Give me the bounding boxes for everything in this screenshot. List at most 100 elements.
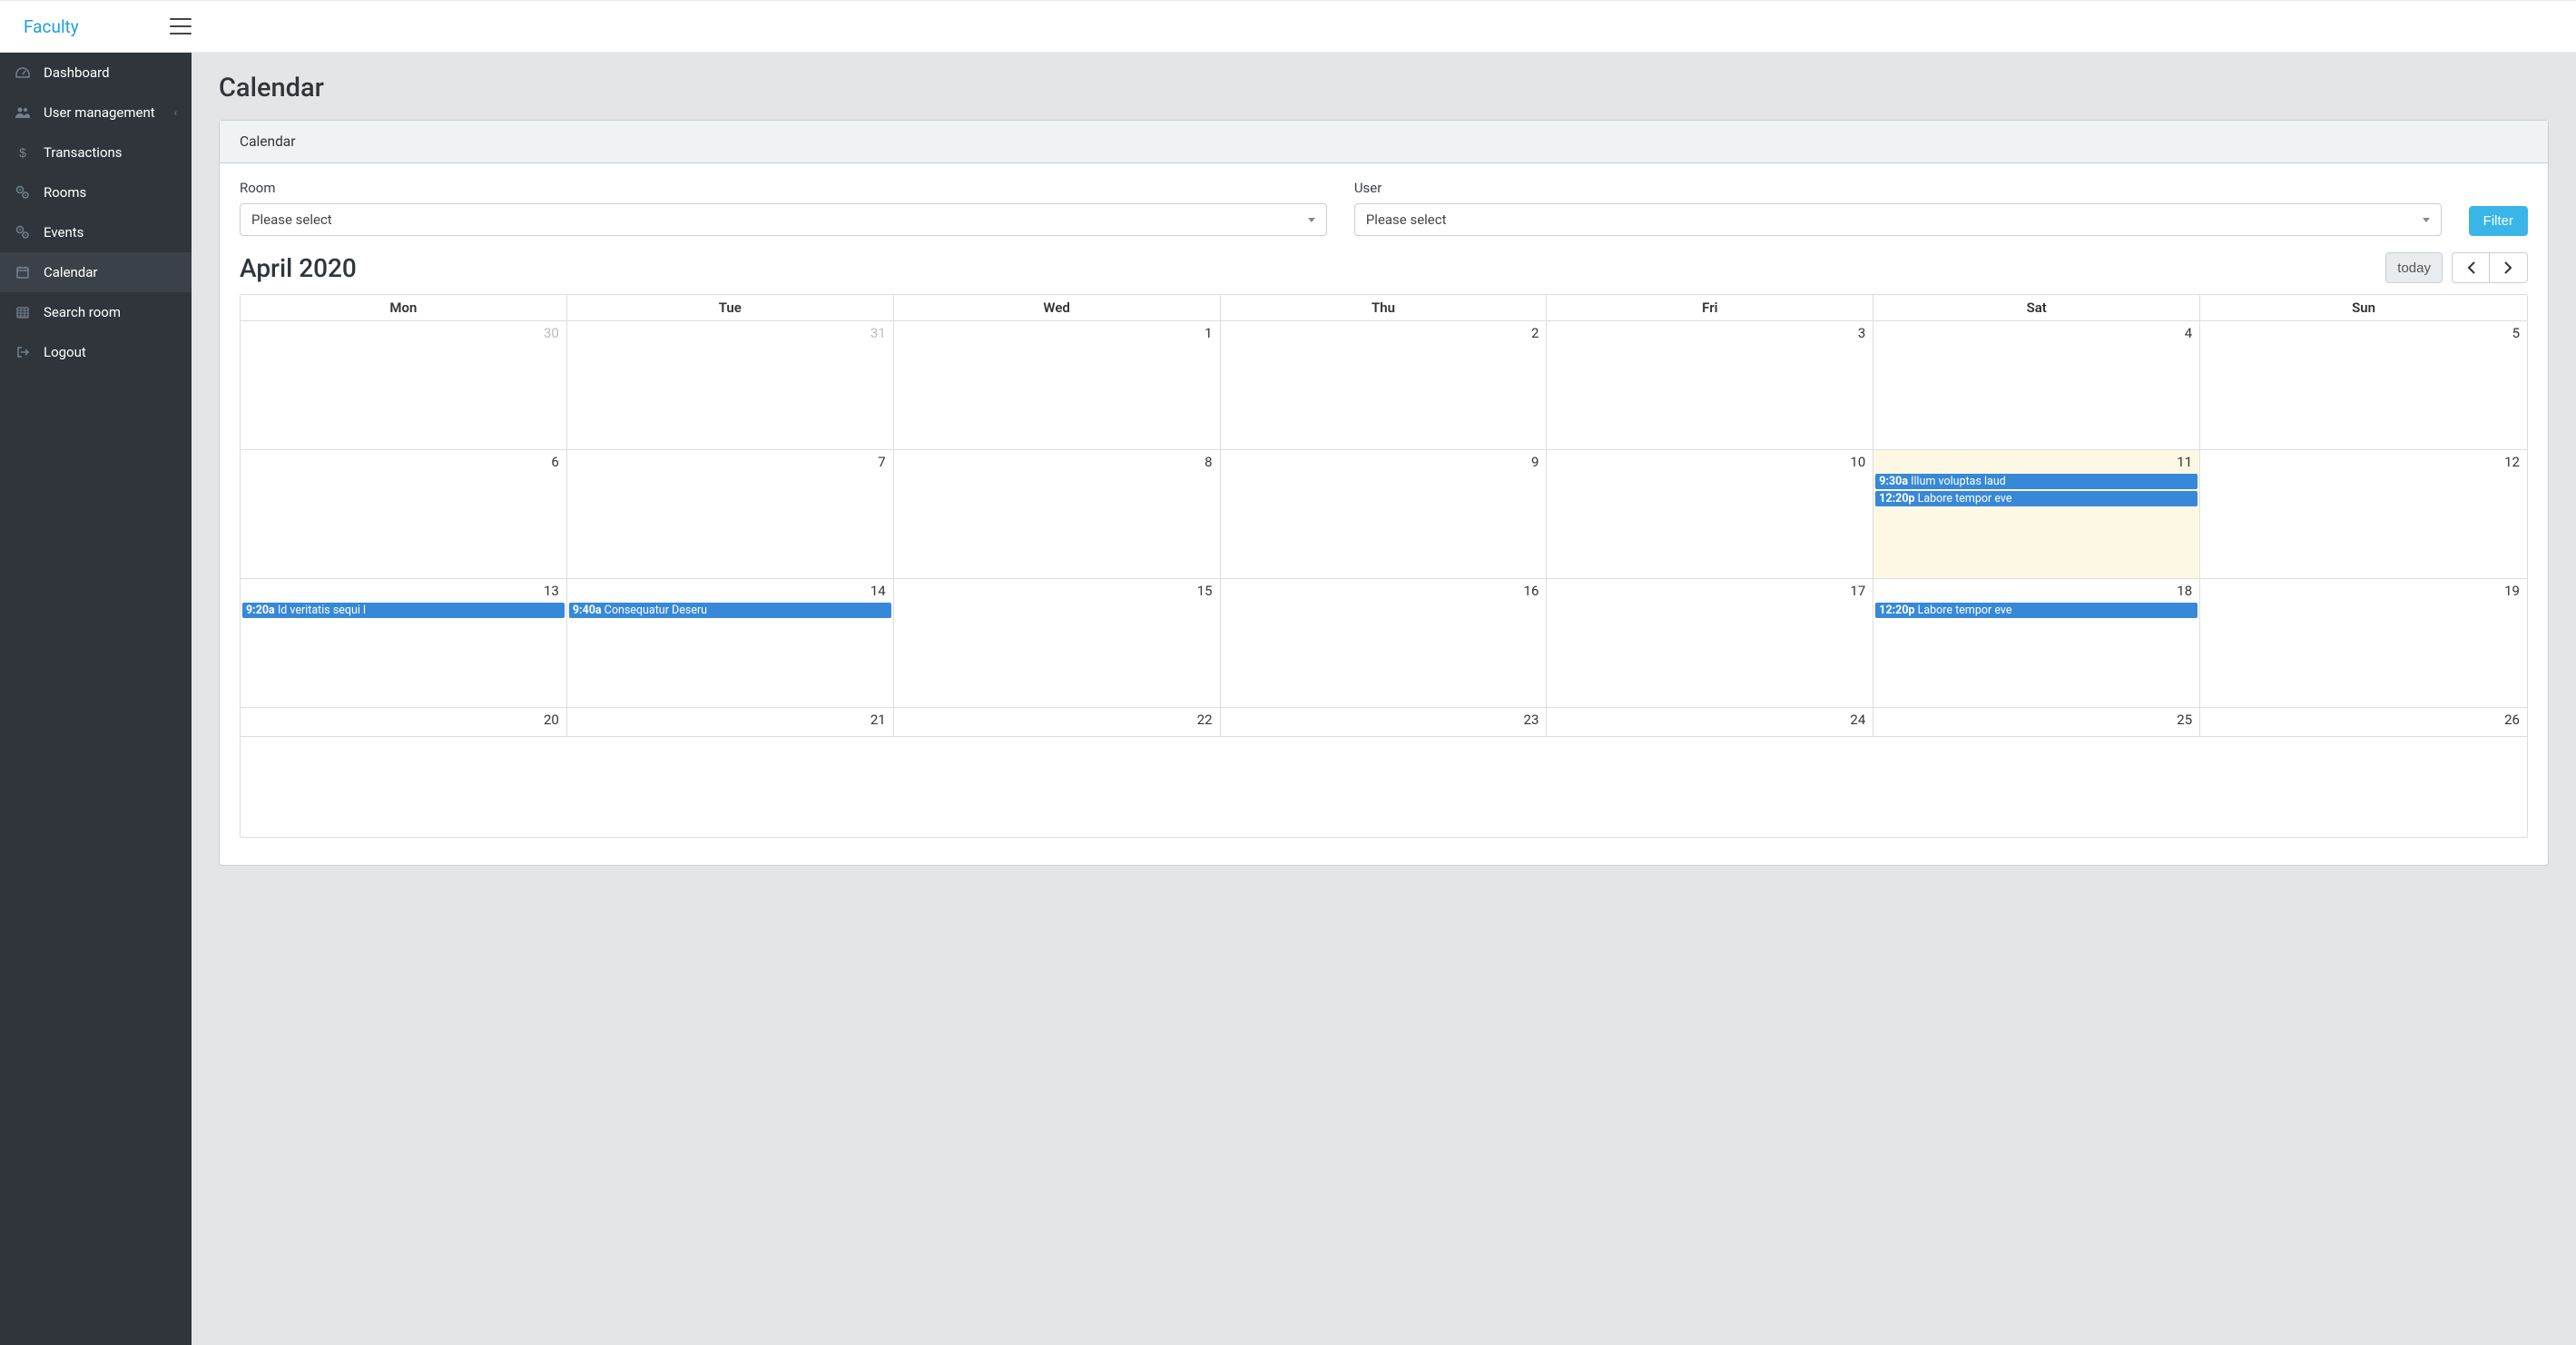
event-time: 9:20a	[246, 604, 275, 617]
calendar-cell[interactable]: 3	[1547, 321, 1873, 450]
sidebar-item-label: Dashboard	[44, 64, 110, 81]
day-number: 5	[2512, 325, 2520, 341]
user-select-value: Please select	[1366, 211, 1447, 228]
calendar-grid: MonTueWedThuFriSatSun 303112345678910119…	[240, 294, 2528, 838]
day-number: 15	[1197, 583, 1213, 599]
prev-button[interactable]	[2452, 252, 2490, 283]
calendar-cell[interactable]: 21	[567, 708, 894, 737]
calendar-cell[interactable]: 139:20a Id veritatis sequi l	[241, 579, 567, 708]
calendar-cell[interactable]: 8	[894, 450, 1221, 579]
calendar-cell[interactable]: 15	[894, 579, 1221, 708]
event-time: 9:30a	[1879, 475, 1908, 488]
calendar-event[interactable]: 9:20a Id veritatis sequi l	[242, 603, 565, 618]
day-number: 18	[2177, 583, 2192, 599]
calendar-cell[interactable]: 19	[2200, 579, 2527, 708]
sidebar-item-label: Calendar	[44, 264, 98, 280]
day-header: Sat	[1873, 295, 2200, 321]
sidebar-item-label: Search room	[44, 304, 121, 320]
calendar-cell[interactable]: 7	[567, 450, 894, 579]
hamburger-icon[interactable]	[170, 18, 192, 34]
day-number: 3	[1858, 325, 1865, 341]
today-button[interactable]: today	[2385, 252, 2443, 283]
sidebar-item-user-management[interactable]: User management‹	[0, 93, 192, 133]
calendar-grid-icon	[15, 306, 31, 319]
dollar-icon: $	[15, 145, 31, 160]
logout-icon	[15, 346, 31, 358]
user-label: User	[1354, 180, 2442, 196]
calendar-cell[interactable]: 25	[1873, 708, 2200, 737]
day-number: 10	[1850, 454, 1865, 470]
sidebar-item-dashboard[interactable]: Dashboard	[0, 53, 192, 93]
event-title: Id veritatis sequi l	[275, 604, 366, 617]
day-number: 16	[1524, 583, 1539, 599]
day-number: 22	[1197, 712, 1213, 728]
day-number: 21	[870, 712, 886, 728]
calendar-cell[interactable]: 6	[241, 450, 567, 579]
calendar-cell[interactable]: 18 12:20p Labore tempor eve	[1873, 579, 2200, 708]
calendar-icon	[15, 266, 31, 279]
calendar-cell[interactable]: 16	[1221, 579, 1548, 708]
day-number: 25	[2177, 712, 2192, 728]
cogs-icon	[15, 225, 31, 240]
calendar-cell[interactable]: 10	[1547, 450, 1873, 579]
day-number: 14	[870, 583, 886, 599]
calendar-cell[interactable]: 31	[567, 321, 894, 450]
calendar-cell[interactable]: 24	[1547, 708, 1873, 737]
day-number: 7	[878, 454, 885, 470]
calendar-cell[interactable]: 14 9:40a Consequatur Deseru	[567, 579, 894, 708]
sidebar-item-calendar[interactable]: Calendar	[0, 252, 192, 292]
sidebar-item-logout[interactable]: Logout	[0, 332, 192, 372]
calendar-cell[interactable]: 20	[241, 708, 567, 737]
user-select[interactable]: Please select	[1354, 203, 2442, 236]
calendar-cell[interactable]: 4	[1873, 321, 2200, 450]
day-header: Fri	[1547, 295, 1873, 321]
calendar-cell[interactable]: 119:30a Illum voluptas laud12:20p Labore…	[1873, 450, 2200, 579]
calendar-event[interactable]: 12:20p Labore tempor eve	[1875, 491, 2197, 506]
room-select[interactable]: Please select	[240, 203, 1327, 236]
day-number: 9	[1531, 454, 1539, 470]
sidebar-item-rooms[interactable]: Rooms	[0, 172, 192, 212]
sidebar-item-label: Rooms	[44, 184, 86, 201]
calendar-event[interactable]: 9:40a Consequatur Deseru	[569, 603, 891, 618]
calendar-toolbar: April 2020 today	[240, 252, 2528, 283]
chevron-left-icon	[2467, 261, 2475, 274]
calendar-cell[interactable]: 9	[1221, 450, 1548, 579]
calendar-cell[interactable]: 22	[894, 708, 1221, 737]
chevron-right-icon	[2504, 261, 2512, 274]
day-number: 20	[544, 712, 559, 728]
cogs-icon	[15, 185, 31, 200]
calendar-card: Calendar Room Please select User Please …	[219, 120, 2549, 866]
calendar-cell[interactable]: 26	[2200, 708, 2527, 737]
calendar-cell[interactable]: 12	[2200, 450, 2527, 579]
filter-button[interactable]: Filter	[2469, 206, 2528, 236]
card-header: Calendar	[220, 121, 2548, 163]
sidebar-item-transactions[interactable]: $Transactions	[0, 133, 192, 172]
sidebar-item-label: User management	[44, 104, 155, 121]
caret-down-icon	[1308, 218, 1315, 222]
svg-text:$: $	[19, 145, 26, 160]
day-header: Sun	[2200, 295, 2527, 321]
sidebar: Dashboard User management‹$Transactions Ro…	[0, 53, 192, 1345]
calendar-cell[interactable]: 1	[894, 321, 1221, 450]
day-header: Tue	[567, 295, 894, 321]
calendar-event[interactable]: 9:30a Illum voluptas laud	[1875, 474, 2197, 489]
sidebar-item-events[interactable]: Events	[0, 212, 192, 252]
calendar-cell[interactable]: 17	[1547, 579, 1873, 708]
main-content: Calendar Calendar Room Please select Use…	[192, 53, 2576, 1345]
brand-link[interactable]: Faculty	[24, 16, 79, 37]
sidebar-item-search-room[interactable]: Search room	[0, 292, 192, 332]
topbar: Faculty	[0, 0, 2576, 53]
calendar-cell[interactable]: 30	[241, 321, 567, 450]
calendar-cell[interactable]: 23	[1221, 708, 1548, 737]
next-button[interactable]	[2490, 252, 2528, 283]
sidebar-item-label: Events	[44, 224, 84, 241]
day-number: 30	[544, 325, 559, 341]
calendar-event[interactable]: 12:20p Labore tempor eve	[1875, 603, 2197, 618]
day-header: Thu	[1221, 295, 1548, 321]
users-icon	[15, 106, 31, 119]
room-select-value: Please select	[251, 211, 332, 228]
room-label: Room	[240, 180, 1327, 196]
calendar-cell[interactable]: 5	[2200, 321, 2527, 450]
event-title: Labore tempor eve	[1915, 492, 2012, 506]
calendar-cell[interactable]: 2	[1221, 321, 1548, 450]
